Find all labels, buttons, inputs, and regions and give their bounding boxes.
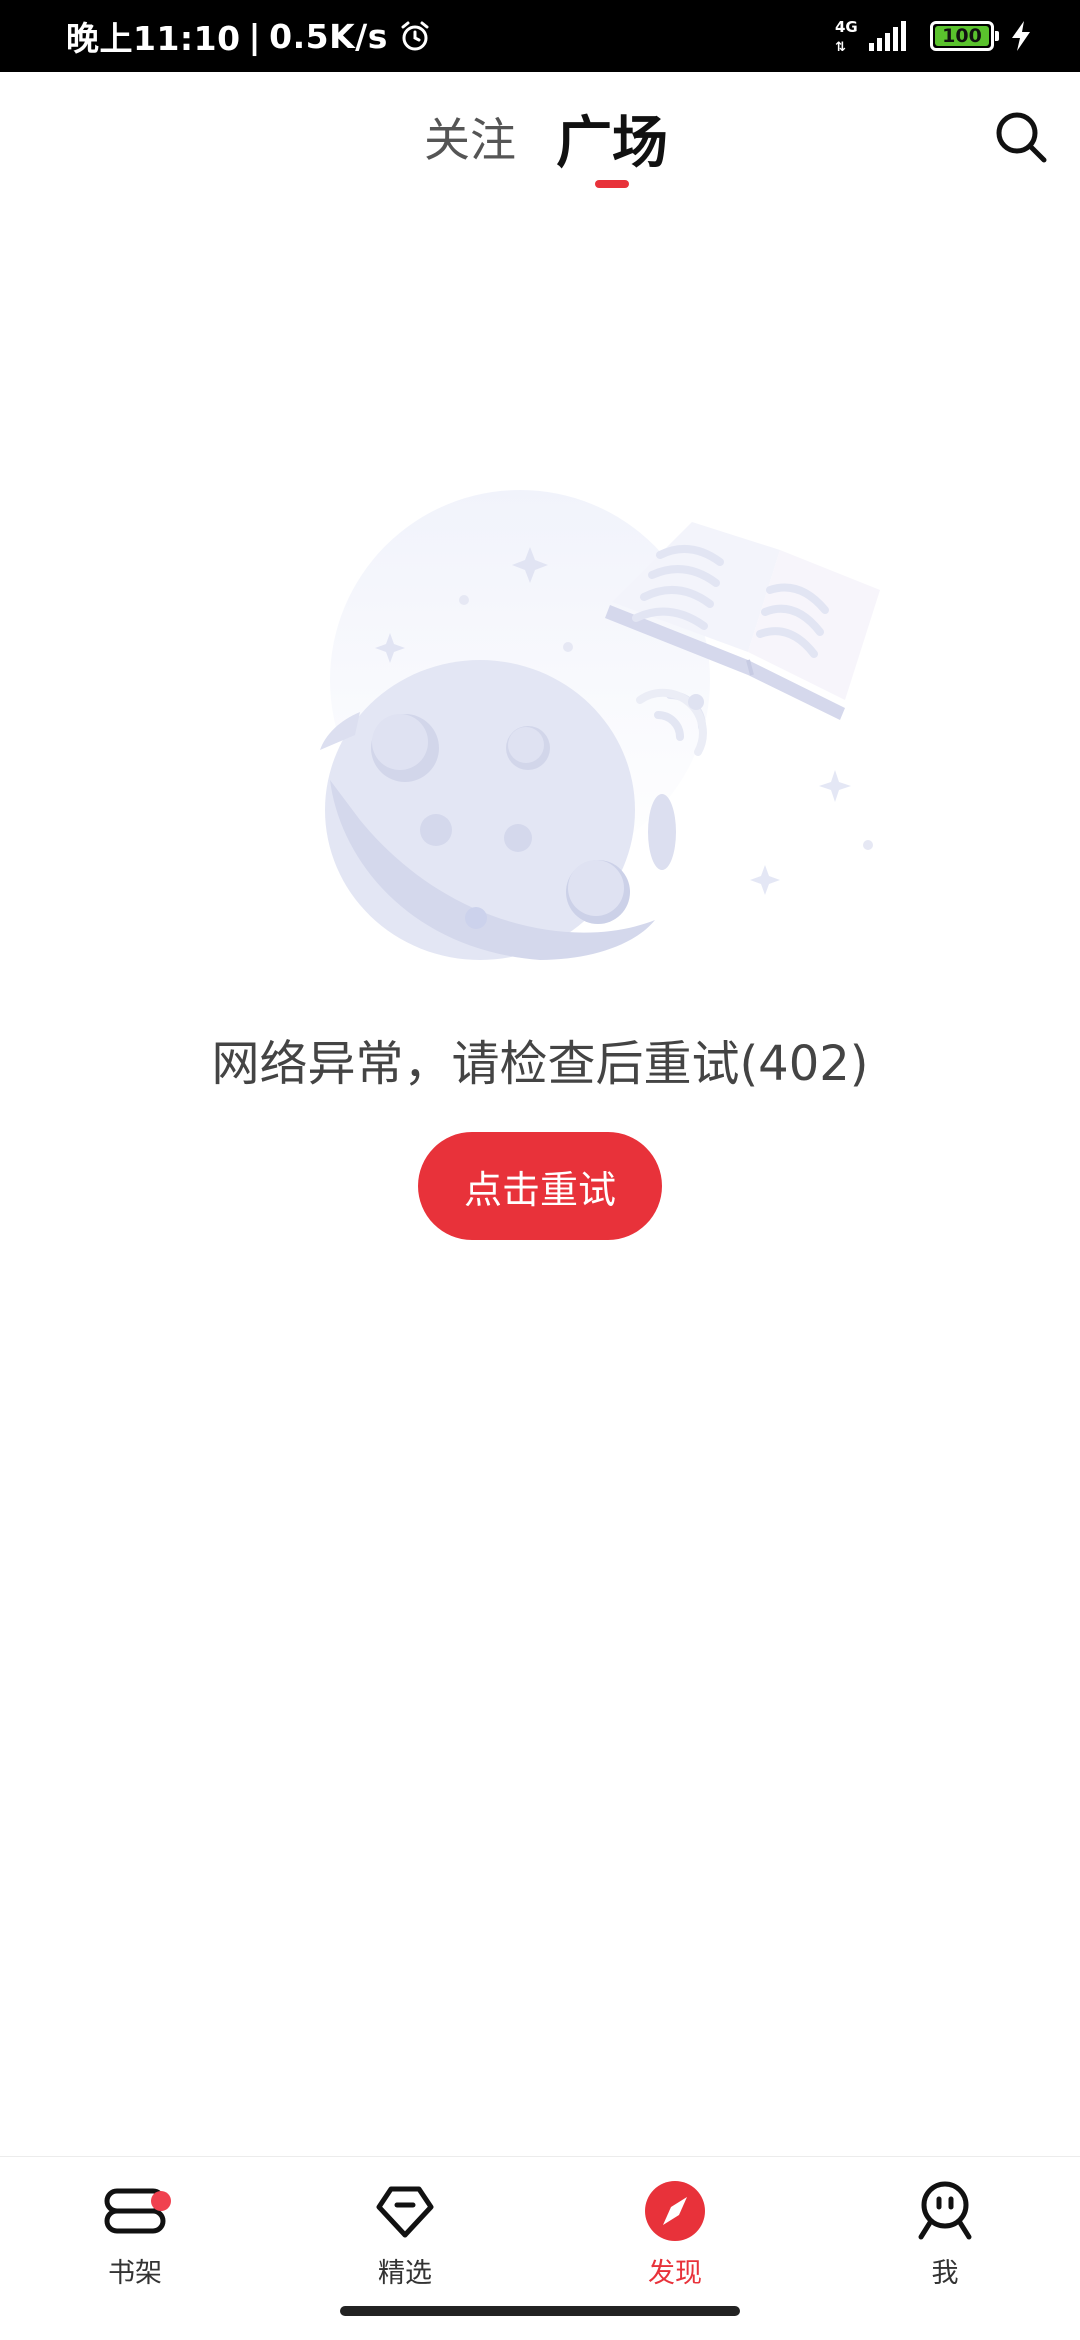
network-type-badge: 4G ⇅ <box>835 16 859 56</box>
top-tab-bar: 关注 广场 <box>0 72 1080 202</box>
compass-icon <box>645 2181 705 2241</box>
status-bar: 晚上11:10 | 0.5K/s 4G ⇅ 100 <box>0 0 1080 72</box>
nav-label-me: 我 <box>931 2258 959 2289</box>
tab-follow[interactable]: 关注 <box>424 104 516 170</box>
error-message: 网络异常，请检查后重试(402) <box>211 1036 869 1092</box>
network-arrows: ⇅ <box>835 40 846 55</box>
status-time: 晚上11:10 <box>66 19 241 58</box>
nav-label-discover: 发现 <box>648 2258 702 2289</box>
network-speed: 0.5K/s <box>269 16 388 56</box>
moon-with-book-illustration <box>320 490 880 960</box>
nav-item-discover[interactable]: 发现 <box>595 2179 755 2299</box>
alarm-icon <box>401 21 429 51</box>
status-separator: | <box>248 16 262 56</box>
nav-item-featured[interactable]: 精选 <box>325 2179 485 2299</box>
nav-label-bookshelf: 书架 <box>108 2258 162 2289</box>
signal-icon <box>869 21 906 51</box>
tab-plaza[interactable]: 广场 <box>556 98 668 179</box>
active-tab-indicator <box>595 180 629 188</box>
nav-item-me[interactable]: 我 <box>865 2179 1025 2299</box>
profile-face-icon <box>918 2181 972 2240</box>
battery-level: 100 <box>935 25 989 47</box>
notification-badge-dot <box>151 2191 171 2211</box>
diamond-icon <box>376 2186 434 2238</box>
retry-button[interactable]: 点击重试 <box>418 1132 662 1240</box>
nav-item-bookshelf[interactable]: 书架 <box>55 2179 215 2299</box>
battery-icon: 100 <box>930 21 999 51</box>
bookshelf-icon <box>104 2188 166 2234</box>
home-indicator[interactable] <box>340 2306 740 2316</box>
status-right: 4G ⇅ 100 <box>835 0 1032 72</box>
charging-icon <box>1012 21 1030 51</box>
status-left: 晚上11:10 | 0.5K/s <box>66 0 432 72</box>
network-type: 4G <box>835 18 858 36</box>
nav-label-featured: 精选 <box>378 2258 432 2289</box>
search-icon[interactable] <box>992 108 1050 166</box>
